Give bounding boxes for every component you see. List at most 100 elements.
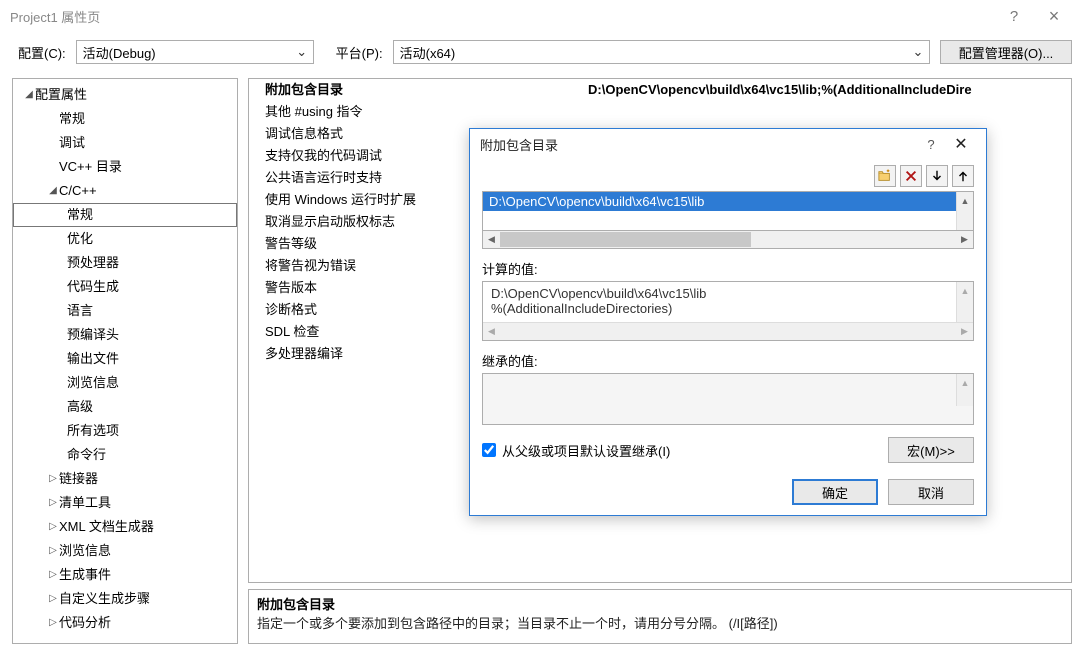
property-row[interactable]: 附加包含目录D:\OpenCV\opencv\build\x64\vc15\li… bbox=[249, 79, 1071, 101]
inherit-checkbox[interactable] bbox=[482, 443, 496, 457]
help-icon[interactable]: ? bbox=[994, 8, 1034, 25]
property-tree[interactable]: ◢配置属性 常规 调试 VC++ 目录◢C/C++常规优化预处理器代码生成语言预… bbox=[12, 78, 238, 644]
dialog-close-icon[interactable]: ✕ bbox=[946, 134, 976, 154]
tree-item[interactable]: ▷自定义生成步骤 bbox=[13, 587, 237, 611]
platform-value: 活动(x64) bbox=[400, 43, 456, 62]
platform-combo[interactable]: 活动(x64) ⌄ bbox=[393, 40, 930, 64]
ok-button[interactable]: 确定 bbox=[792, 479, 878, 505]
property-label: 附加包含目录 bbox=[249, 79, 584, 101]
computed-value-line: %(AdditionalIncludeDirectories) bbox=[491, 301, 965, 316]
tree-item-label: 清单工具 bbox=[59, 493, 111, 513]
tree-item[interactable]: ◢C/C++ bbox=[13, 179, 237, 203]
property-value[interactable] bbox=[584, 101, 1071, 123]
cancel-button[interactable]: 取消 bbox=[888, 479, 974, 505]
dialog-help-icon[interactable]: ? bbox=[916, 137, 946, 152]
tree-item[interactable]: 所有选项 bbox=[13, 419, 237, 443]
tree-item[interactable]: 语言 bbox=[13, 299, 237, 323]
tree-item-label: 生成事件 bbox=[59, 565, 111, 585]
config-toolbar: 配置(C): 活动(Debug) ⌄ 平台(P): 活动(x64) ⌄ 配置管理… bbox=[0, 32, 1084, 78]
additional-include-dirs-dialog: 附加包含目录 ? ✕ D:\OpenCV\opencv\build\x64\vc… bbox=[469, 128, 987, 516]
tree-item[interactable]: 代码生成 bbox=[13, 275, 237, 299]
tree-item[interactable]: 预处理器 bbox=[13, 251, 237, 275]
tree-expander-icon[interactable]: ▷ bbox=[47, 613, 59, 633]
tree-item[interactable]: ▷链接器 bbox=[13, 467, 237, 491]
tree-item[interactable]: ▷浏览信息 bbox=[13, 539, 237, 563]
tree-item[interactable]: 常规 bbox=[13, 203, 237, 227]
tree-item[interactable]: 调试 bbox=[13, 131, 237, 155]
tree-item-label: 浏览信息 bbox=[59, 541, 111, 561]
horizontal-scrollbar[interactable]: ◀▶ bbox=[483, 322, 973, 340]
vertical-scrollbar[interactable]: ▲ bbox=[956, 374, 973, 406]
config-manager-button[interactable]: 配置管理器(O)... bbox=[940, 40, 1072, 64]
vertical-scrollbar[interactable]: ▲ bbox=[956, 192, 973, 230]
tree-item-label: 代码分析 bbox=[59, 613, 111, 633]
config-combo[interactable]: 活动(Debug) ⌄ bbox=[76, 40, 314, 64]
tree-item[interactable]: 常规 bbox=[13, 107, 237, 131]
dialog-titlebar[interactable]: 附加包含目录 ? ✕ bbox=[470, 129, 986, 159]
tree-item[interactable]: ▷清单工具 bbox=[13, 491, 237, 515]
tree-expander-icon[interactable]: ◢ bbox=[47, 181, 59, 201]
inherited-values-box: ▲ bbox=[482, 373, 974, 425]
tree-item[interactable]: ◢配置属性 bbox=[13, 83, 237, 107]
description-title: 附加包含目录 bbox=[257, 594, 1063, 613]
macros-button[interactable]: 宏(M)>> bbox=[888, 437, 974, 463]
tree-item[interactable]: ▷代码分析 bbox=[13, 611, 237, 635]
scroll-right-icon[interactable]: ▶ bbox=[956, 231, 973, 248]
dialog-buttons: 确定 取消 bbox=[482, 479, 974, 505]
titlebar: Project1 属性页 ? × bbox=[0, 0, 1084, 32]
tree-item[interactable]: ▷生成事件 bbox=[13, 563, 237, 587]
new-folder-button[interactable] bbox=[874, 165, 896, 187]
vertical-scrollbar[interactable]: ▲ bbox=[956, 282, 973, 322]
tree-item[interactable]: 预编译头 bbox=[13, 323, 237, 347]
tree-item[interactable]: 优化 bbox=[13, 227, 237, 251]
tree-item-label: 链接器 bbox=[59, 469, 98, 489]
tree-item-label: 语言 bbox=[67, 301, 93, 321]
tree-item-label: VC++ 目录 bbox=[59, 157, 122, 177]
inherit-label: 从父级或项目默认设置继承(I) bbox=[502, 441, 670, 460]
tree-item-label: 所有选项 bbox=[67, 421, 119, 441]
tree-item[interactable]: 浏览信息 bbox=[13, 371, 237, 395]
property-value[interactable]: D:\OpenCV\opencv\build\x64\vc15\lib;%(Ad… bbox=[584, 79, 1071, 101]
tree-expander-icon[interactable]: ▷ bbox=[47, 565, 59, 585]
tree-expander-icon[interactable]: ◢ bbox=[23, 85, 35, 105]
config-value: 活动(Debug) bbox=[83, 43, 156, 62]
tree-item-label: 自定义生成步骤 bbox=[59, 589, 150, 609]
tree-expander-icon[interactable]: ▷ bbox=[47, 517, 59, 537]
close-icon[interactable]: × bbox=[1034, 6, 1074, 27]
tree-item-label: 配置属性 bbox=[35, 85, 87, 105]
config-label: 配置(C): bbox=[18, 43, 66, 62]
scroll-left-icon[interactable]: ◀ bbox=[483, 231, 500, 248]
horizontal-scrollbar[interactable]: ◀ ▶ bbox=[482, 231, 974, 249]
list-item[interactable]: D:\OpenCV\opencv\build\x64\vc15\lib bbox=[483, 192, 973, 211]
move-up-button[interactable] bbox=[952, 165, 974, 187]
inherit-row: 从父级或项目默认设置继承(I) 宏(M)>> bbox=[482, 437, 974, 463]
dialog-title: 附加包含目录 bbox=[480, 135, 558, 154]
move-down-button[interactable] bbox=[926, 165, 948, 187]
tree-item[interactable]: 高级 bbox=[13, 395, 237, 419]
tree-expander-icon[interactable]: ▷ bbox=[47, 589, 59, 609]
scroll-thumb[interactable] bbox=[500, 232, 751, 247]
tree-item[interactable]: 命令行 bbox=[13, 443, 237, 467]
tree-item-label: 常规 bbox=[67, 205, 93, 225]
window-title: Project1 属性页 bbox=[10, 7, 100, 26]
tree-item-label: 高级 bbox=[67, 397, 93, 417]
tree-expander-icon[interactable]: ▷ bbox=[47, 493, 59, 513]
tree-item-label: 调试 bbox=[59, 133, 85, 153]
tree-item-label: 优化 bbox=[67, 229, 93, 249]
tree-item-label: 预编译头 bbox=[67, 325, 119, 345]
computed-values-box: D:\OpenCV\opencv\build\x64\vc15\lib %(Ad… bbox=[482, 281, 974, 341]
delete-button[interactable] bbox=[900, 165, 922, 187]
tree-expander-icon[interactable]: ▷ bbox=[47, 541, 59, 561]
inherited-values-label: 继承的值: bbox=[482, 351, 974, 370]
tree-expander-icon[interactable]: ▷ bbox=[47, 469, 59, 489]
tree-item[interactable]: VC++ 目录 bbox=[13, 155, 237, 179]
scroll-up-icon[interactable]: ▲ bbox=[957, 192, 973, 209]
tree-item[interactable]: ▷XML 文档生成器 bbox=[13, 515, 237, 539]
property-row[interactable]: 其他 #using 指令 bbox=[249, 101, 1071, 123]
directories-listbox[interactable]: D:\OpenCV\opencv\build\x64\vc15\lib ▲ bbox=[482, 191, 974, 231]
description-text: 指定一个或多个要添加到包含路径中的目录；当目录不止一个时，请用分号分隔。 (/I… bbox=[257, 613, 1063, 632]
tree-item-label: 命令行 bbox=[67, 445, 106, 465]
tree-item-label: 预处理器 bbox=[67, 253, 119, 273]
tree-item[interactable]: 输出文件 bbox=[13, 347, 237, 371]
tree-item-label: C/C++ bbox=[59, 181, 97, 201]
